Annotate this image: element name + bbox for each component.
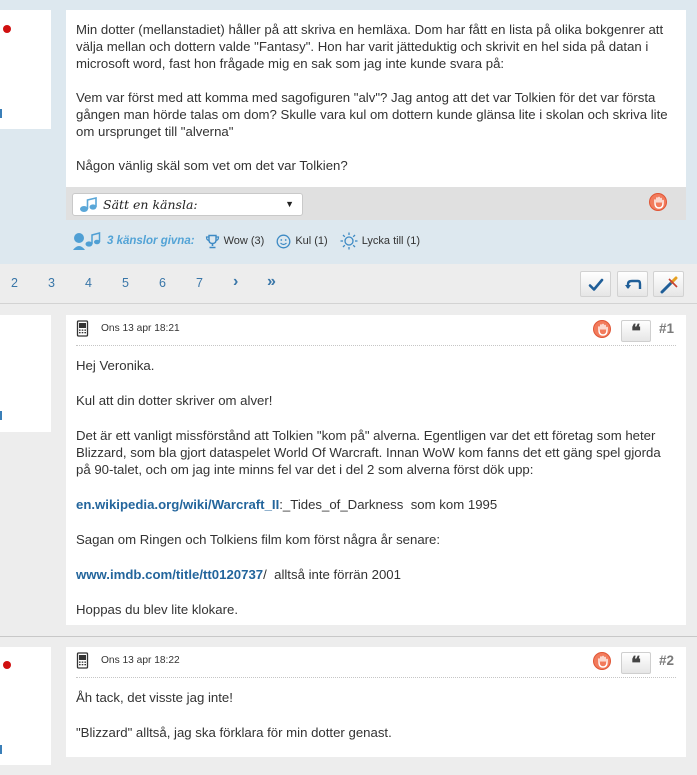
page-link[interactable]: 4 bbox=[85, 276, 92, 290]
reply-paragraph: Det är ett vanligt missförstånd att Tolk… bbox=[76, 428, 661, 477]
next-page-link[interactable]: › bbox=[233, 273, 238, 291]
reply-paragraph: Hoppas du blev lite klokare. bbox=[76, 602, 239, 617]
page-link[interactable]: 7 bbox=[196, 276, 203, 290]
checkmark-icon bbox=[588, 278, 604, 291]
author-link-fragment[interactable] bbox=[0, 411, 3, 420]
post-number[interactable]: #1 bbox=[659, 321, 674, 336]
mark-read-button[interactable] bbox=[580, 271, 611, 297]
reply-paragraph: Åh tack, det visste jag inte! bbox=[76, 690, 233, 705]
reply-button[interactable] bbox=[617, 271, 648, 297]
author-link-fragment[interactable] bbox=[0, 109, 3, 118]
trophy-icon bbox=[205, 234, 219, 248]
post-body: Min dotter (mellanstadiet) håller på att… bbox=[66, 10, 686, 187]
music-note-icon bbox=[71, 229, 101, 254]
reply-header: Ons 13 apr 18:22 ❝ #2 bbox=[76, 647, 676, 678]
feeling-kul[interactable]: Kul (1) bbox=[276, 234, 328, 249]
feeling-wow-label: Wow (3) bbox=[223, 235, 265, 247]
post-divider bbox=[0, 636, 697, 637]
reply-post: Ons 13 apr 18:21 ❝ #1 Hej Veronika. Kul … bbox=[66, 315, 686, 625]
mobile-phone-icon bbox=[76, 652, 89, 674]
feeling-wow[interactable]: Wow (3) bbox=[205, 234, 265, 249]
reply-paragraph: Sagan om Ringen och Tolkiens film kom fö… bbox=[76, 532, 441, 547]
post-date: Ons 13 apr 18:22 bbox=[101, 655, 180, 666]
feeling-bar: Sätt en känsla: ▼ bbox=[66, 187, 686, 220]
page-link[interactable]: 5 bbox=[122, 276, 129, 290]
post-date: Ons 13 apr 18:21 bbox=[101, 323, 180, 334]
feeling-lycka-till[interactable]: Lycka till (1) bbox=[340, 232, 420, 250]
feeling-lycka-till-label: Lycka till (1) bbox=[361, 235, 420, 247]
mobile-phone-icon bbox=[76, 320, 89, 342]
reply-post: Ons 13 apr 18:22 ❝ #2 Åh tack, det visst… bbox=[66, 647, 686, 757]
feeling-select-label: Sätt en känsla: bbox=[103, 197, 198, 212]
quote-button[interactable]: ❝ bbox=[621, 320, 651, 342]
author-card[interactable] bbox=[0, 10, 51, 129]
feeling-kul-label: Kul (1) bbox=[295, 235, 328, 247]
music-note-icon bbox=[79, 196, 99, 218]
reply-body: Hej Veronika. Kul att din dotter skriver… bbox=[76, 357, 676, 636]
quote-button[interactable]: ❝ bbox=[621, 652, 651, 674]
report-hand-icon[interactable] bbox=[593, 652, 611, 670]
link-suffix-text: / alltså inte förrän 2001 bbox=[263, 567, 401, 582]
author-link-fragment[interactable] bbox=[0, 745, 3, 754]
imdb-link[interactable]: www.imdb.com/title/tt0120737 bbox=[76, 567, 263, 582]
reply-paragraph: www.imdb.com/title/tt0120737/ alltså int… bbox=[76, 566, 676, 583]
feelings-summary: 3 känslor givna: Wow (3) Kul (1) Lycka t… bbox=[71, 226, 432, 256]
last-page-link[interactable]: » bbox=[267, 273, 276, 291]
pagination-bar: 2 3 4 5 6 7 › » bbox=[0, 264, 697, 304]
post-paragraph: Vem var först med att komma med sagofigu… bbox=[76, 90, 668, 139]
feeling-select[interactable]: Sätt en känsla: ▼ bbox=[72, 193, 303, 216]
online-status-dot bbox=[3, 25, 11, 33]
report-hand-icon[interactable] bbox=[649, 193, 667, 211]
reply-paragraph: Kul att din dotter skriver om alver! bbox=[76, 393, 273, 408]
post-paragraph: Någon vänlig skäl som vet om det var Tol… bbox=[76, 158, 348, 173]
author-card[interactable] bbox=[0, 315, 51, 432]
page-link[interactable]: 2 bbox=[11, 276, 18, 290]
reply-body: Åh tack, det visste jag inte! "Blizzard"… bbox=[76, 689, 676, 759]
online-status-dot bbox=[3, 661, 11, 669]
reply-header: Ons 13 apr 18:21 ❝ #1 bbox=[76, 315, 676, 346]
wikipedia-link[interactable]: en.wikipedia.org/wiki/Warcraft_II bbox=[76, 497, 279, 512]
author-card[interactable] bbox=[0, 647, 51, 765]
post-paragraph: Min dotter (mellanstadiet) håller på att… bbox=[76, 22, 664, 71]
page-link[interactable]: 3 bbox=[48, 276, 55, 290]
reply-paragraph: "Blizzard" alltså, jag ska förklara för … bbox=[76, 725, 392, 740]
post-number[interactable]: #2 bbox=[659, 653, 674, 668]
report-hand-icon[interactable] bbox=[593, 320, 611, 338]
page-link[interactable]: 6 bbox=[159, 276, 166, 290]
edit-button[interactable] bbox=[653, 271, 684, 297]
caret-down-icon: ▼ bbox=[285, 199, 294, 209]
smiley-icon bbox=[276, 234, 291, 248]
original-post-section: Min dotter (mellanstadiet) håller på att… bbox=[0, 0, 697, 264]
link-suffix-text: :_Tides_of_Darkness som kom 1995 bbox=[279, 497, 498, 512]
reply-paragraph: Hej Veronika. bbox=[76, 358, 155, 373]
sun-icon bbox=[340, 232, 358, 250]
reply-arrow-icon bbox=[625, 279, 642, 289]
pen-icon bbox=[660, 276, 678, 294]
feelings-count-label: 3 känslor givna: bbox=[107, 235, 195, 247]
reply-paragraph: en.wikipedia.org/wiki/Warcraft_II:_Tides… bbox=[76, 496, 676, 513]
